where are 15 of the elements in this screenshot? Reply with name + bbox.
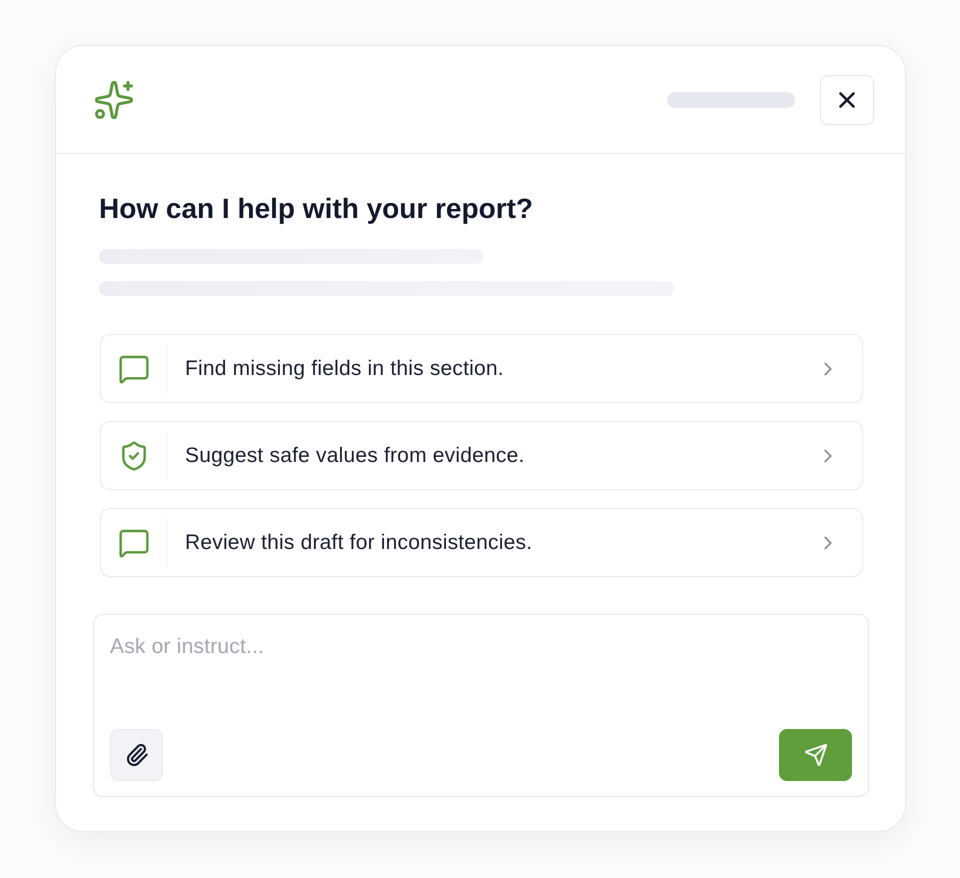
send-button[interactable] xyxy=(779,729,852,781)
suggestion-item[interactable]: Review this draft for inconsistencies. xyxy=(100,508,863,577)
sparkles-icon xyxy=(93,78,135,120)
suggestion-text: Suggest safe values from evidence. xyxy=(185,442,526,469)
suggestion-item[interactable]: Find missing fields in this section. xyxy=(100,334,863,403)
message-input[interactable]: Ask or instruct... xyxy=(110,633,852,693)
paperclip-icon xyxy=(124,743,148,767)
suggestion-item[interactable]: Suggest safe values from evidence. xyxy=(100,421,863,490)
send-icon xyxy=(804,743,828,767)
suggestion-text: Find missing fields in this section. xyxy=(185,356,505,382)
suggestion-text: Review this draft for inconsistencies. xyxy=(185,530,534,556)
attach-button[interactable] xyxy=(110,729,163,781)
panel-title: How can I help with your report? xyxy=(99,192,534,226)
message-composer[interactable]: Ask or instruct... xyxy=(93,614,869,797)
close-button[interactable] xyxy=(820,74,874,124)
